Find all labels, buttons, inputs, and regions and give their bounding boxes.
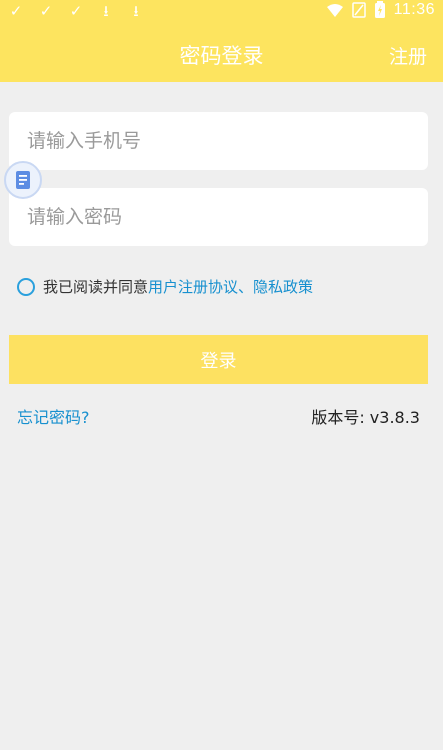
status-bar: ✓ ✓ ✓ ⭳ ⭳ 11:36 [0,0,443,24]
download-icon: ⭳ [133,2,139,20]
status-time: 11:36 [393,1,435,18]
check-icon: ✓ [69,2,83,20]
login-button[interactable]: 登录 [9,335,428,384]
download-icon: ⭳ [103,2,109,20]
document-icon [16,171,30,189]
phone-input[interactable] [25,129,412,153]
forgot-password-link[interactable]: 忘记密码? [17,404,90,428]
page-title: 密码登录 [179,44,264,68]
wifi-icon [326,4,343,17]
sim-icon [351,2,366,18]
password-input[interactable] [25,205,412,229]
agreement-row: 我已阅读并同意 用户注册协议、隐私政策 [17,276,313,297]
version-label: 版本号: v3.8.3 [311,408,420,427]
system-icons: 11:36 [326,1,435,19]
header-bar: ✓ ✓ ✓ ⭳ ⭳ 11:36 密码登录 注册 [0,0,443,82]
battery-icon [374,1,385,18]
check-icon: ✓ [9,2,23,20]
agreement-radio[interactable] [17,277,35,296]
register-link[interactable]: 注册 [389,42,427,69]
agreement-link[interactable]: 用户注册协议、隐私政策 [148,276,313,297]
password-field[interactable] [9,188,428,246]
floating-document-button[interactable] [4,161,42,199]
phone-field[interactable] [9,112,428,170]
notification-icons: ✓ ✓ ✓ ⭳ ⭳ [8,2,144,20]
check-icon: ✓ [39,2,53,20]
agreement-text: 我已阅读并同意 [43,278,149,296]
